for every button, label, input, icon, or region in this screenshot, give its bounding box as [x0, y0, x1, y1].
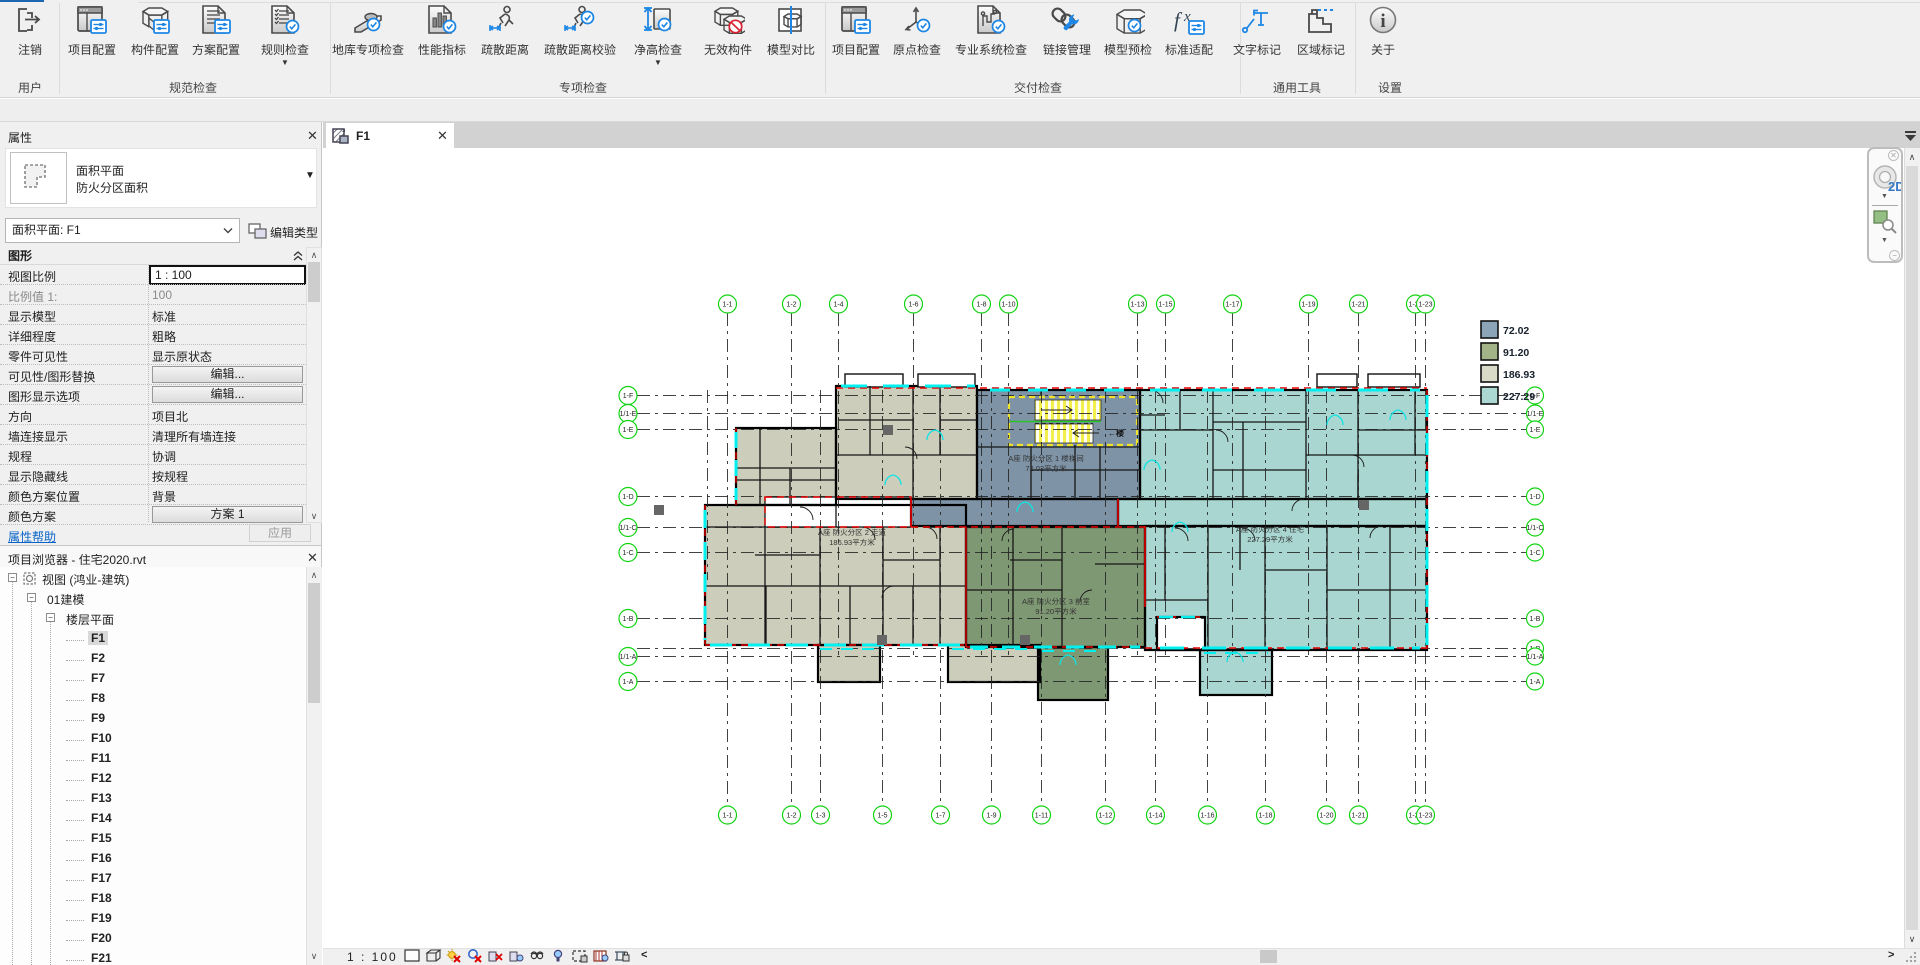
svg-text:A座 防火分区 2 走道: A座 防火分区 2 走道	[818, 527, 886, 537]
svg-text:1-B: 1-B	[1530, 616, 1541, 623]
svg-text:186.93平方米: 186.93平方米	[829, 538, 875, 547]
svg-text:1-2: 1-2	[786, 302, 796, 309]
svg-text:A座 防火分区 3 前室: A座 防火分区 3 前室	[1022, 596, 1090, 606]
svg-text:1-14: 1-14	[1148, 813, 1162, 820]
svg-text:1-23: 1-23	[1418, 302, 1432, 309]
svg-text:1-B: 1-B	[623, 616, 634, 623]
svg-text:1-1: 1-1	[722, 813, 732, 820]
svg-text:1-E: 1-E	[623, 427, 634, 434]
svg-text:f: f	[1174, 8, 1183, 32]
svg-text:1-15: 1-15	[1158, 302, 1172, 309]
svg-text:1-23: 1-23	[1418, 813, 1432, 820]
svg-text:1-3: 1-3	[815, 813, 825, 820]
svg-text:1-D: 1-D	[622, 494, 633, 501]
svg-text:1/1-E: 1/1-E	[1527, 411, 1544, 418]
svg-text:A座 防火分区 4 住宅: A座 防火分区 4 住宅	[1236, 525, 1304, 534]
svg-text:1-7: 1-7	[935, 813, 945, 820]
svg-text:i: i	[1380, 11, 1385, 32]
svg-text:1-18: 1-18	[1258, 813, 1272, 820]
svg-text:1-F: 1-F	[623, 393, 634, 400]
svg-text:1-21: 1-21	[1351, 302, 1365, 309]
svg-text:1-10: 1-10	[1001, 302, 1015, 309]
svg-text:227.29平方米: 227.29平方米	[1247, 535, 1293, 544]
svg-text:1-D: 1-D	[1529, 494, 1540, 501]
svg-text:1-C: 1-C	[622, 550, 633, 557]
svg-text:1-8: 1-8	[976, 302, 986, 309]
svg-text:1-17: 1-17	[1225, 302, 1239, 309]
svg-text:1-20: 1-20	[1319, 813, 1333, 820]
svg-text:1-E: 1-E	[1530, 427, 1541, 434]
svg-text:1-C: 1-C	[1529, 550, 1540, 557]
svg-text:1-2: 1-2	[786, 813, 796, 820]
svg-text:1-21: 1-21	[1351, 813, 1365, 820]
svg-text:1-9: 1-9	[986, 813, 996, 820]
svg-text:1-5: 1-5	[877, 813, 887, 820]
svg-text:1/1-C: 1/1-C	[619, 525, 636, 532]
svg-text:1/1-C: 1/1-C	[1526, 525, 1543, 532]
svg-text:1-A: 1-A	[623, 679, 634, 686]
svg-text:91.20平方米: 91.20平方米	[1035, 607, 1077, 616]
svg-text:1-19: 1-19	[1301, 302, 1315, 309]
svg-text:2D: 2D	[1888, 179, 1901, 194]
svg-text:227.29: 227.29	[1503, 391, 1535, 403]
svg-text:1-12: 1-12	[1098, 813, 1112, 820]
svg-text:A座 防火分区 1 楼梯间: A座 防火分区 1 楼梯间	[1008, 453, 1083, 463]
svg-text:1-A: 1-A	[1530, 679, 1541, 686]
svg-text:1/1-E: 1/1-E	[620, 411, 637, 418]
svg-text:72.02平方米: 72.02平方米	[1025, 464, 1067, 473]
svg-text:1-13: 1-13	[1130, 302, 1144, 309]
svg-text:186.93: 186.93	[1503, 369, 1535, 381]
svg-text:1-1: 1-1	[722, 302, 732, 309]
svg-text:72.02: 72.02	[1503, 325, 1529, 337]
svg-text:1-6: 1-6	[908, 302, 918, 309]
svg-text:1/1-A: 1/1-A	[620, 654, 637, 661]
svg-text:1/1-A: 1/1-A	[1527, 654, 1544, 661]
svg-text:91.20: 91.20	[1503, 347, 1529, 359]
svg-text:1-16: 1-16	[1200, 813, 1214, 820]
svg-text:1-4: 1-4	[833, 302, 843, 309]
svg-text:1-11: 1-11	[1035, 813, 1049, 820]
svg-text:←楼: ←楼	[1108, 429, 1124, 438]
